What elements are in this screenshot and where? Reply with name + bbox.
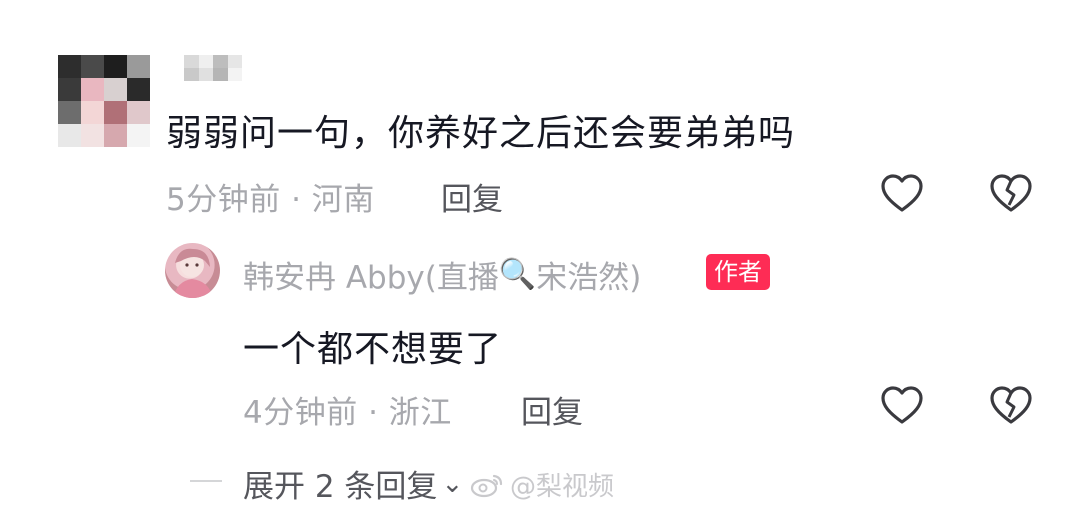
weibo-logo-icon xyxy=(470,474,503,497)
commenter-avatar[interactable] xyxy=(58,55,150,147)
commenter-username-pixelated[interactable] xyxy=(184,55,242,81)
heart-outline-icon[interactable] xyxy=(880,172,924,216)
broken-heart-icon[interactable] xyxy=(989,172,1033,216)
broken-heart-icon[interactable] xyxy=(989,384,1033,428)
author-username[interactable]: 韩安冉 Abby(直播 🔍 宋浩然) xyxy=(243,252,641,297)
chevron-down-icon: ⌄ xyxy=(441,468,464,499)
reply-reply-button[interactable]: 回复 xyxy=(521,387,583,432)
heart-outline-icon[interactable] xyxy=(880,384,924,428)
expand-divider xyxy=(190,480,222,482)
watermark: @梨视频 xyxy=(470,466,614,503)
comment-time-location: 5分钟前 · 河南 xyxy=(166,182,375,218)
reply-time-location: 4分钟前 · 浙江 xyxy=(243,395,452,431)
author-avatar[interactable] xyxy=(165,243,220,298)
author-badge: 作者 xyxy=(706,254,770,290)
comment-text: 弱弱问一句，你养好之后还会要弟弟吗 xyxy=(166,113,796,154)
reply-text: 一个都不想要了 xyxy=(243,329,503,370)
search-icon: 🔍 xyxy=(498,256,537,292)
author-username-suffix: 宋浩然) xyxy=(536,260,642,296)
comment-reply-button[interactable]: 回复 xyxy=(441,174,503,219)
watermark-text: @梨视频 xyxy=(510,472,615,502)
expand-replies-label: 展开 2 条回复 xyxy=(243,469,438,505)
author-username-prefix: 韩安冉 Abby(直播 xyxy=(243,260,499,296)
expand-replies-button[interactable]: 展开 2 条回复 ⌄ xyxy=(243,461,463,506)
